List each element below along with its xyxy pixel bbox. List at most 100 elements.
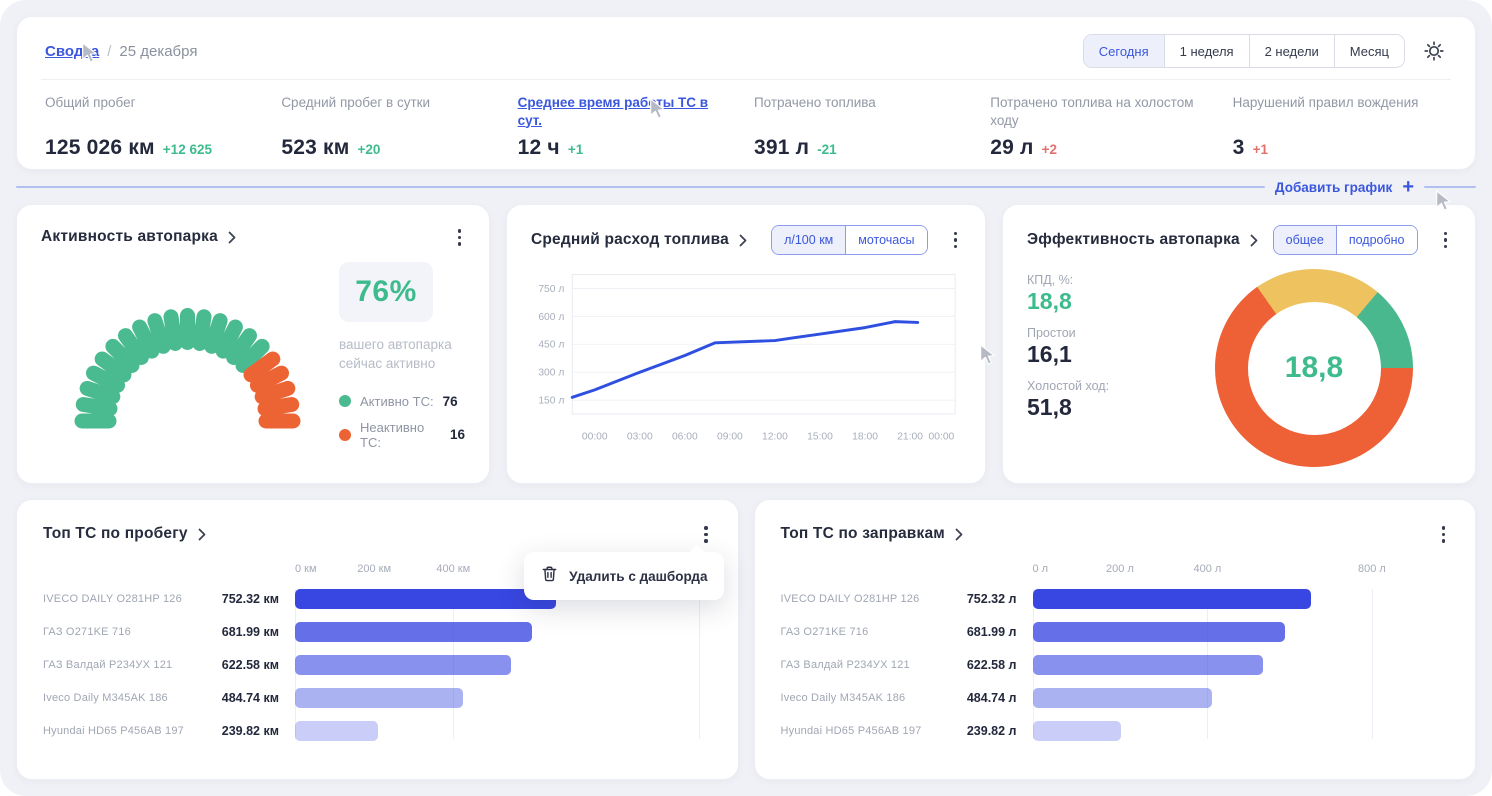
svg-text:12:00: 12:00: [762, 432, 788, 443]
kebab-menu-icon[interactable]: [454, 225, 466, 250]
vehicle-value: 484.74 л: [941, 691, 1033, 705]
donut-center-value: 18,8: [1248, 302, 1381, 435]
svg-text:00:00: 00:00: [929, 432, 955, 443]
svg-text:00:00: 00:00: [582, 432, 608, 443]
chevron-right-icon[interactable]: [1250, 234, 1258, 247]
chevron-right-icon[interactable]: [198, 528, 206, 541]
activity-caption: вашего автопарка сейчас активно: [339, 335, 465, 374]
vehicle-value: 681.99 км: [203, 625, 295, 639]
vehicle-name: ГАЗ O271KE 716: [43, 626, 203, 638]
period-tab[interactable]: Месяц: [1335, 35, 1404, 67]
period-tab[interactable]: 1 неделя: [1165, 35, 1250, 67]
stat-label-link[interactable]: Среднее время работы ТС в сут.: [518, 94, 732, 129]
card-avg-fuel: Средний расход топлива л/100 кммоточасы …: [506, 204, 986, 484]
axis-tick-label: 0 км: [295, 563, 317, 575]
summary-stat: Потрачено топлива391 л-21: [754, 94, 968, 160]
summary-stat: Общий пробег125 026 км+12 625: [45, 94, 259, 160]
bar: [295, 589, 556, 609]
svg-text:09:00: 09:00: [717, 432, 743, 443]
efficiency-view-tab[interactable]: подробно: [1336, 226, 1417, 254]
vehicle-name: IVECO DAILY O281HP 126: [781, 593, 941, 605]
efficiency-stat-label: Простои: [1027, 326, 1177, 340]
legend-dot: [339, 395, 351, 407]
axis-tick-label: 0 л: [1033, 563, 1049, 575]
divider-line: [1424, 186, 1476, 188]
vehicle-name: ГАЗ Валдай P234УХ 121: [43, 659, 203, 671]
legend-item: Активно ТС:76: [339, 394, 465, 409]
divider-line: [16, 186, 1265, 188]
fuel-unit-tab[interactable]: л/100 км: [772, 226, 845, 254]
vehicle-value: 752.32 км: [203, 592, 295, 606]
kebab-menu-icon[interactable]: [700, 522, 712, 547]
svg-text:150 л: 150 л: [538, 396, 564, 407]
fuel-unit-toggle: л/100 кммоточасы: [771, 225, 927, 255]
settings-gear-icon[interactable]: [1421, 38, 1447, 64]
bar: [295, 622, 532, 642]
kebab-menu-icon[interactable]: [950, 228, 962, 253]
activity-legend: Активно ТС:76 Неактивно ТС:16: [339, 394, 465, 450]
legend-label: Неактивно ТС:: [360, 420, 441, 450]
add-chart-link[interactable]: Добавить график: [1275, 180, 1392, 195]
top-refuels-chart: IVECO DAILY O281HP 126752.32 л ГАЗ O271KE…: [781, 559, 1450, 741]
fleet-dashboard: Сводка / 25 декабря Сегодня1 неделя2 нед…: [0, 0, 1492, 796]
kebab-menu-icon[interactable]: [1438, 522, 1450, 547]
context-menu-delete-from-dashboard[interactable]: Удалить с дашборда: [524, 552, 723, 600]
vehicle-row: Hyundai HD65 P456AB 197239.82 л: [781, 721, 1033, 741]
active-percent-badge: 76%: [339, 262, 433, 322]
svg-text:600 л: 600 л: [538, 312, 564, 323]
period-tab[interactable]: Сегодня: [1084, 35, 1165, 67]
efficiency-stat: КПД, %:18,8: [1027, 273, 1177, 315]
kebab-menu-icon[interactable]: [1440, 228, 1452, 253]
vehicle-row: IVECO DAILY O281HP 126752.32 км: [43, 589, 295, 609]
stat-value: 29 л: [990, 136, 1033, 160]
card-fleet-activity: Активность автопарка 76% вашего автопарк…: [16, 204, 490, 484]
summary-stats: Общий пробег125 026 км+12 625Средний про…: [45, 94, 1447, 160]
svg-text:450 л: 450 л: [538, 340, 564, 351]
activity-gauge-chart: [41, 256, 333, 452]
vehicle-value: 239.82 км: [203, 724, 295, 738]
summary-stat: Потрачено топлива на холостом ходу29 л+2: [990, 94, 1210, 160]
legend-dot: [339, 429, 351, 441]
stat-delta: +20: [357, 142, 380, 157]
efficiency-stat-value: 51,8: [1027, 394, 1177, 421]
chevron-right-icon[interactable]: [739, 234, 747, 247]
plus-icon[interactable]: +: [1402, 177, 1414, 197]
vehicle-value: 681.99 л: [941, 625, 1033, 639]
svg-text:21:00: 21:00: [897, 432, 923, 443]
card-title: Активность автопарка: [41, 228, 218, 246]
efficiency-stat: Холостой ход:51,8: [1027, 379, 1177, 421]
stat-delta: +1: [1253, 142, 1268, 157]
stat-label: Средний пробег в сутки: [281, 94, 495, 129]
breadcrumb-section-link[interactable]: Сводка: [45, 43, 99, 60]
card-top-mileage: Топ ТС по пробегу Удалить с дашборда: [16, 499, 739, 780]
axis-tick-label: 400 км: [436, 563, 470, 575]
svg-text:300 л: 300 л: [538, 368, 564, 379]
chevron-right-icon[interactable]: [228, 231, 236, 244]
add-chart-row: Добавить график +: [16, 170, 1476, 204]
fuel-unit-tab[interactable]: моточасы: [845, 226, 926, 254]
vehicle-row: ГАЗ Валдай P234УХ 121622.58 км: [43, 655, 295, 675]
efficiency-view-tab[interactable]: общее: [1274, 226, 1336, 254]
stat-delta: +1: [568, 142, 583, 157]
stat-delta: +12 625: [163, 142, 212, 157]
vehicle-row: Iveco Daily M345AK 186484.74 л: [781, 688, 1033, 708]
stat-value: 125 026 км: [45, 136, 155, 160]
vehicle-row: ГАЗ Валдай P234УХ 121622.58 л: [781, 655, 1033, 675]
period-tab[interactable]: 2 недели: [1250, 35, 1335, 67]
vehicle-value: 752.32 л: [941, 592, 1033, 606]
summary-stat: Средний пробег в сутки523 км+20: [281, 94, 495, 160]
vehicle-value: 484.74 км: [203, 691, 295, 705]
vehicle-name: Hyundai HD65 P456AB 197: [781, 725, 941, 737]
vehicle-value: 622.58 км: [203, 658, 295, 672]
gauge-segment: [258, 413, 300, 428]
stat-value: 3: [1233, 136, 1245, 160]
stat-value: 391 л: [754, 136, 809, 160]
bar: [1033, 622, 1285, 642]
header-divider: [41, 79, 1451, 80]
breadcrumb-date: 25 декабря: [119, 43, 197, 60]
legend-item: Неактивно ТС:16: [339, 420, 465, 450]
trash-icon: [540, 564, 559, 588]
chevron-right-icon[interactable]: [955, 528, 963, 541]
vehicle-row: ГАЗ O271KE 716681.99 л: [781, 622, 1033, 642]
svg-text:06:00: 06:00: [672, 432, 698, 443]
